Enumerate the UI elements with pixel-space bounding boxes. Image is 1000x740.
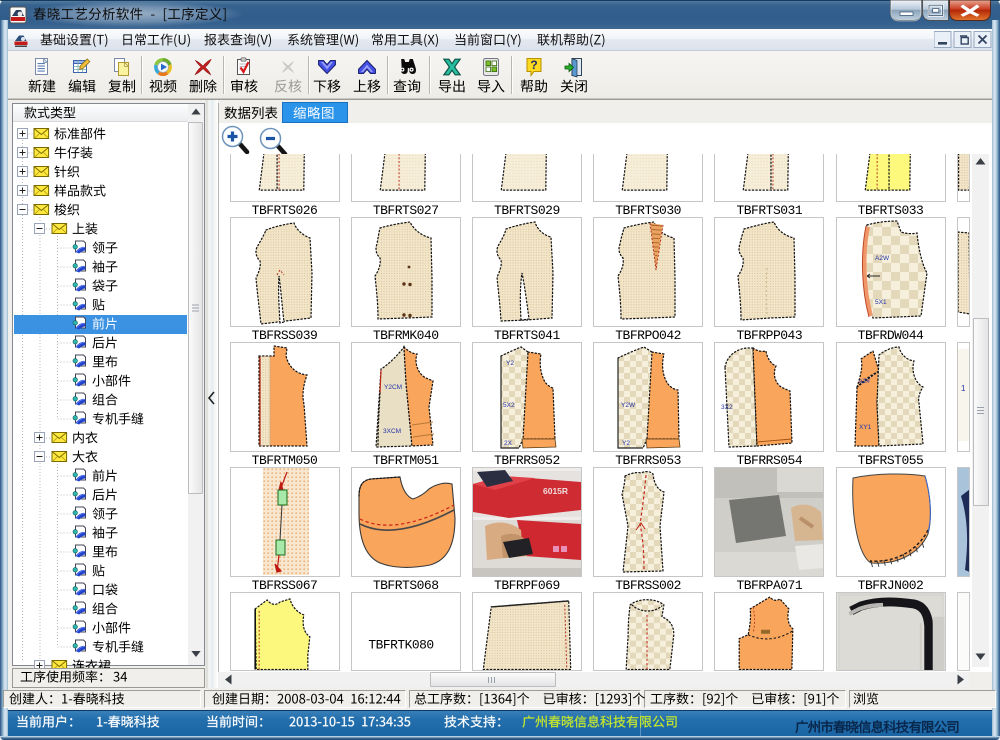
svg-text:Y2CM: Y2CM (384, 384, 402, 391)
svg-text:Y2: Y2 (506, 360, 514, 367)
svg-text:TBFRTK080: TBFRTK080 (368, 637, 433, 652)
svg-text:Y2W: Y2W (621, 402, 636, 409)
svg-text:A2W: A2W (875, 255, 890, 262)
svg-text:1: 1 (961, 384, 966, 393)
svg-text:a2#: a2# (859, 378, 870, 385)
svg-text:3XCM: 3XCM (383, 428, 401, 435)
svg-text:5X1: 5X1 (875, 299, 887, 306)
svg-text:3X2: 3X2 (721, 404, 733, 411)
svg-text:6015R: 6015R (543, 486, 568, 496)
svg-text:Y2: Y2 (622, 440, 630, 447)
svg-text:XY1: XY1 (859, 424, 872, 431)
svg-text:2X: 2X (504, 440, 513, 447)
svg-text:5X2: 5X2 (503, 402, 515, 409)
svg-text:?: ? (530, 58, 537, 72)
